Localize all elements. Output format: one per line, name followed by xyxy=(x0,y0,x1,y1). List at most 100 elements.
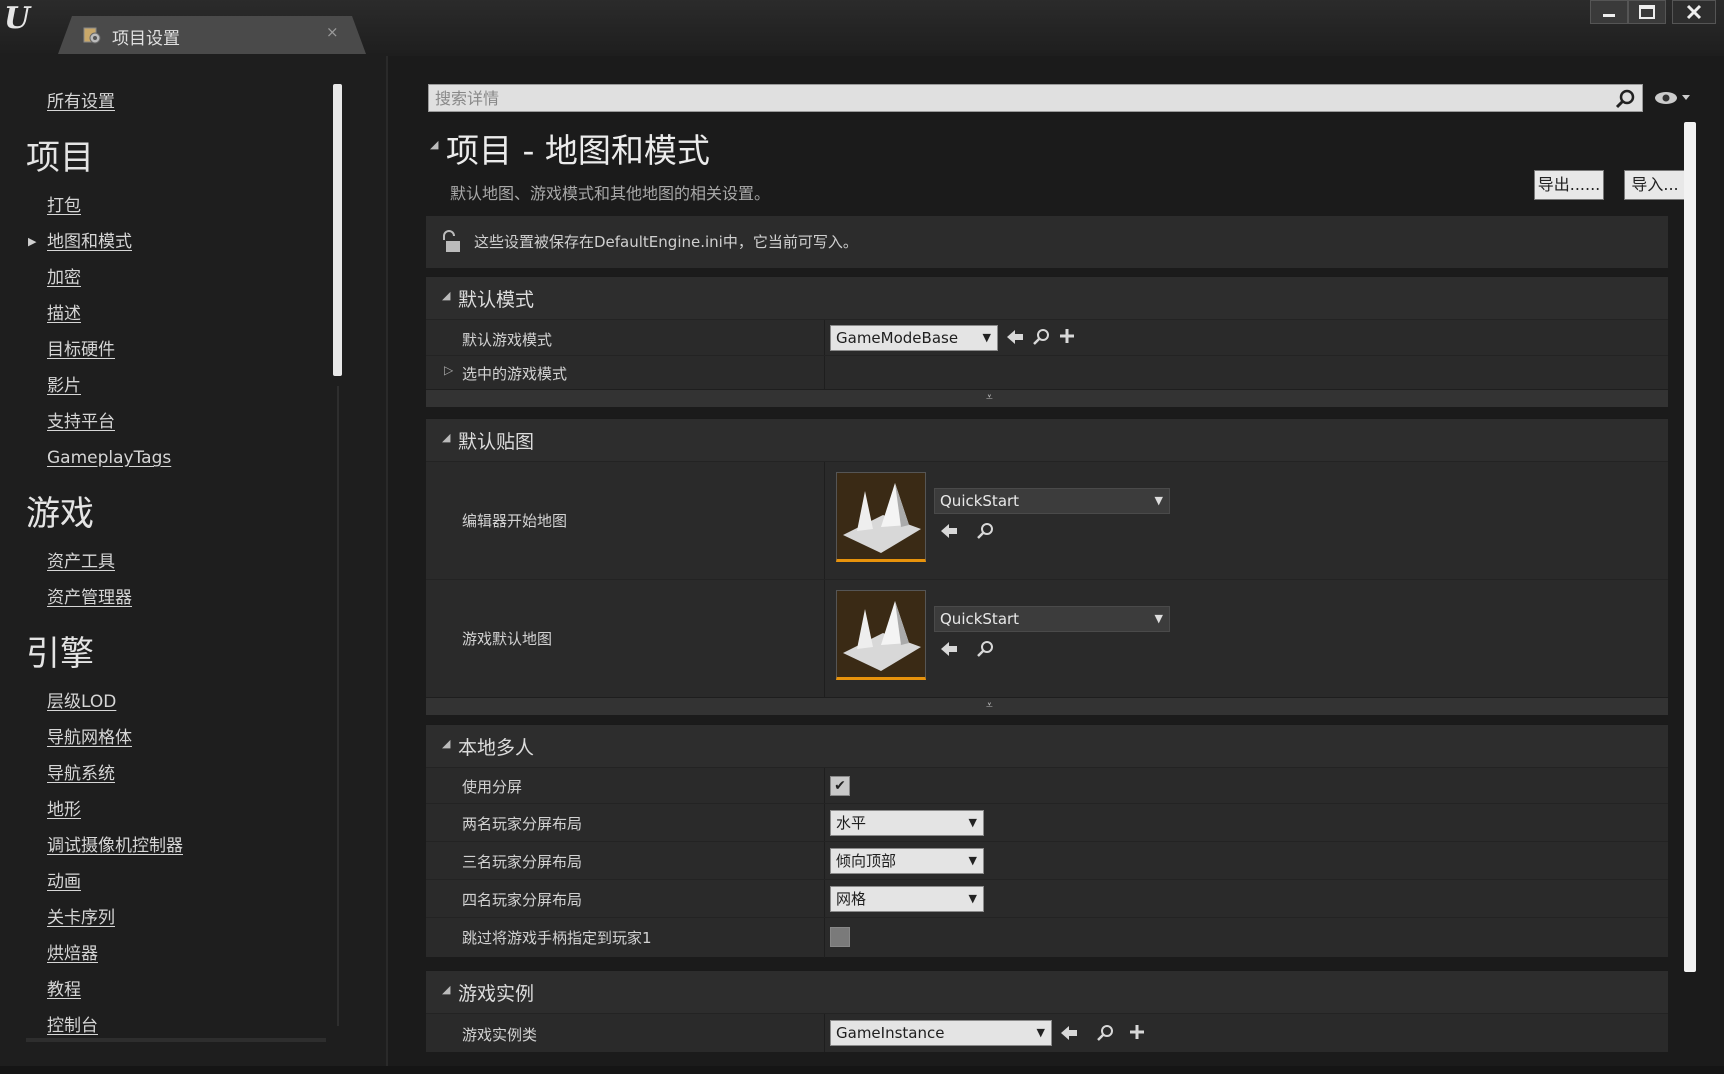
browse-search-icon[interactable] xyxy=(1094,1022,1116,1044)
map-thumbnail[interactable] xyxy=(836,472,926,562)
property-label: 使用分屏 xyxy=(462,778,523,796)
column-separator[interactable] xyxy=(824,880,825,918)
category-header[interactable]: ◢ 默认模式 xyxy=(426,277,1668,319)
property-row-game-instance-class: 游戏实例类 GameInstance ▼ xyxy=(426,1013,1668,1052)
sidebar-item[interactable]: 资产管理器 xyxy=(26,580,336,616)
tab-project-settings[interactable]: 项目设置 × xyxy=(58,16,366,54)
details-scrollbar[interactable] xyxy=(1684,122,1696,972)
three-player-layout-combo[interactable]: 倾向顶部 ▼ xyxy=(830,848,984,874)
search-input[interactable] xyxy=(429,85,1642,111)
four-player-layout-combo[interactable]: 网格 ▼ xyxy=(830,886,984,912)
two-player-layout-combo[interactable]: 水平 ▼ xyxy=(830,810,984,836)
game-instance-combo[interactable]: GameInstance ▼ xyxy=(830,1020,1052,1046)
property-label: 默认游戏模式 xyxy=(462,331,553,349)
category-header[interactable]: ◢ 本地多人 xyxy=(426,725,1668,767)
sidebar-section-title: 游戏 xyxy=(26,494,94,534)
column-separator[interactable] xyxy=(824,462,825,580)
sidebar-item[interactable]: 支持平台 xyxy=(26,404,336,440)
browse-search-icon[interactable] xyxy=(1030,326,1052,348)
map-thumbnail[interactable] xyxy=(836,590,926,680)
import-button[interactable]: 导入... xyxy=(1624,170,1686,200)
page-description: 默认地图、游戏模式和其他地图的相关设置。 xyxy=(450,184,771,203)
maximize-icon xyxy=(1639,5,1655,19)
sidebar-item-all-settings[interactable]: 所有设置 xyxy=(26,84,336,120)
column-separator[interactable] xyxy=(824,804,825,842)
chevron-down-icon: ▼ xyxy=(1036,1026,1045,1039)
details-panel: ◢ 项目 - 地图和模式 默认地图、游戏模式和其他地图的相关设置。 导出....… xyxy=(388,56,1724,1066)
property-row-editor-startup-map: 编辑器开始地图 QuickStart ▼ xyxy=(426,461,1668,580)
advanced-expander[interactable]: ⩡ xyxy=(426,697,1668,715)
column-separator[interactable] xyxy=(824,1014,825,1052)
sidebar-item[interactable]: 教程 xyxy=(26,972,336,1008)
sidebar-item[interactable]: 烘焙器 xyxy=(26,936,336,972)
category-header[interactable]: ◢ 游戏实例 xyxy=(426,971,1668,1013)
skip-gamepad-checkbox[interactable] xyxy=(830,927,850,947)
sidebar-item[interactable]: 导航系统 xyxy=(26,756,336,792)
unreal-logo-icon: U xyxy=(4,1,31,36)
use-selected-arrow-icon[interactable] xyxy=(938,638,960,660)
sidebar-scrollbar[interactable] xyxy=(333,84,342,376)
add-plus-icon[interactable] xyxy=(1126,1021,1148,1043)
sidebar-item[interactable]: 层级LOD xyxy=(26,684,336,720)
section-collapse-icon[interactable]: ◢ xyxy=(430,138,438,151)
sidebar-item[interactable]: 导航网格体 xyxy=(26,720,336,756)
column-separator[interactable] xyxy=(824,768,825,804)
use-selected-arrow-icon[interactable] xyxy=(1058,1022,1080,1044)
sidebar-item[interactable]: 打包 xyxy=(26,188,336,224)
view-options-eye-icon[interactable] xyxy=(1652,86,1692,110)
use-selected-arrow-icon[interactable] xyxy=(938,520,960,542)
sidebar-item[interactable]: 描述 xyxy=(26,296,336,332)
use-splitscreen-checkbox[interactable]: ✔ xyxy=(830,776,850,796)
browse-search-icon[interactable] xyxy=(974,520,996,542)
browse-search-icon[interactable] xyxy=(974,638,996,660)
category-header[interactable]: ◢ 默认贴图 xyxy=(426,419,1668,461)
minimize-button[interactable] xyxy=(1590,0,1628,24)
property-row-three-player-layout: 三名玩家分屏布局 倾向顶部 ▼ xyxy=(426,841,1668,880)
sidebar-item[interactable]: 关卡序列 xyxy=(26,900,336,936)
sidebar-item[interactable]: 动画 xyxy=(26,864,336,900)
search-icon[interactable] xyxy=(1614,88,1636,110)
column-separator[interactable] xyxy=(824,580,825,698)
sidebar-item[interactable]: 调试摄像机控制器 xyxy=(26,828,336,864)
tab-close-icon[interactable]: × xyxy=(326,23,339,41)
close-window-button[interactable] xyxy=(1672,0,1716,24)
use-selected-arrow-icon[interactable] xyxy=(1004,326,1026,348)
category-default-modes: ◢ 默认模式 默认游戏模式 GameModeBase ▼ ▷ 选中的游戏模式 ⩡ xyxy=(426,276,1668,407)
sidebar-item[interactable]: 目标硬件 xyxy=(26,332,336,368)
sidebar-item[interactable]: 地形 xyxy=(26,792,336,828)
property-label: 跳过将游戏手柄指定到玩家1 xyxy=(462,929,652,947)
advanced-expander[interactable]: ⩡ xyxy=(426,389,1668,407)
sidebar-item[interactable]: 地图和模式 xyxy=(26,224,336,260)
collapse-arrow-icon: ◢ xyxy=(442,289,451,302)
close-icon xyxy=(1686,4,1702,20)
add-plus-icon[interactable] xyxy=(1056,325,1078,347)
game-mode-combo[interactable]: GameModeBase ▼ xyxy=(830,325,998,351)
sidebar-item[interactable]: 加密 xyxy=(26,260,336,296)
chevron-down-icon: ▼ xyxy=(982,331,991,344)
game-map-combo[interactable]: QuickStart ▼ xyxy=(934,606,1170,632)
combo-value: GameInstance xyxy=(836,1024,945,1042)
sidebar-item[interactable]: 资产工具 xyxy=(26,544,336,580)
export-button[interactable]: 导出...... xyxy=(1534,170,1604,200)
column-separator[interactable] xyxy=(824,356,825,390)
chevron-down-icon: ▼ xyxy=(1154,612,1163,625)
combo-value: 网格 xyxy=(836,890,867,908)
maximize-button[interactable] xyxy=(1628,0,1666,24)
settings-gear-icon xyxy=(83,27,101,44)
sidebar-item[interactable]: 影片 xyxy=(26,368,336,404)
property-label: 编辑器开始地图 xyxy=(462,512,568,530)
category-local-multiplayer: ◢ 本地多人 使用分屏 ✔ 两名玩家分屏布局 水平 ▼ 三名玩家分屏布局 倾向顶… xyxy=(426,724,1668,958)
combo-value: QuickStart xyxy=(940,610,1020,628)
column-separator[interactable] xyxy=(824,842,825,880)
property-row-four-player-layout: 四名玩家分屏布局 网格 ▼ xyxy=(426,879,1668,918)
editor-map-combo[interactable]: QuickStart ▼ xyxy=(934,488,1170,514)
minimize-icon xyxy=(1603,14,1615,17)
column-separator[interactable] xyxy=(824,320,825,356)
column-separator[interactable] xyxy=(824,918,825,958)
sidebar-item[interactable]: GameplayTags xyxy=(26,440,336,476)
property-row-selected-game-mode[interactable]: ▷ 选中的游戏模式 xyxy=(426,355,1668,390)
notice-text: 这些设置被保存在DefaultEngine.ini中，它当前可写入。 xyxy=(474,233,858,251)
sidebar-horizontal-scroll[interactable] xyxy=(26,1038,326,1042)
property-label: 选中的游戏模式 xyxy=(462,365,568,383)
property-row-two-player-layout: 两名玩家分屏布局 水平 ▼ xyxy=(426,803,1668,842)
